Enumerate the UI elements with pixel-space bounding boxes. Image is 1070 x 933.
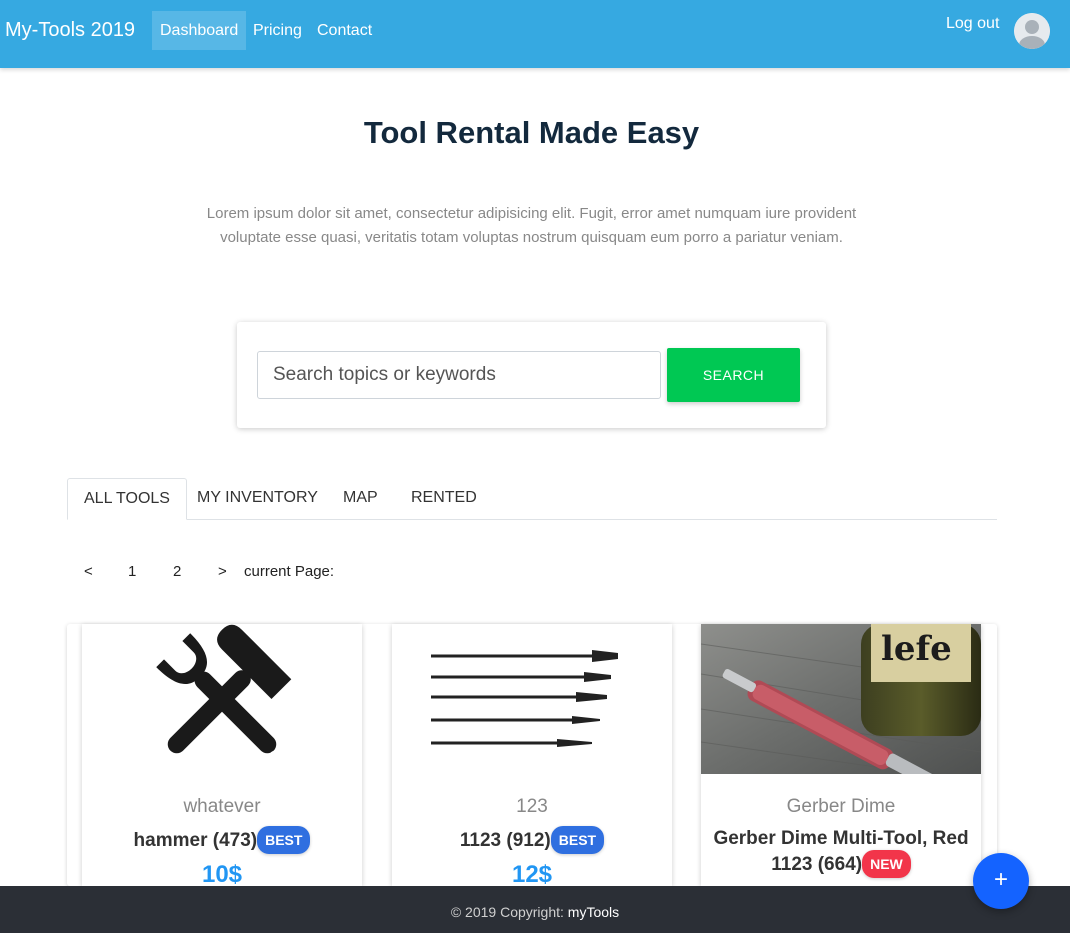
card-image: [82, 624, 362, 774]
current-page-label: current Page:: [244, 563, 335, 580]
tool-card[interactable]: whatever hammer (473) BEST 10$: [82, 624, 362, 888]
tab-rented[interactable]: RENTED: [395, 478, 493, 520]
footer: © 2019 Copyright: myTools: [0, 886, 1070, 933]
search-input[interactable]: [257, 351, 661, 399]
multi-tool-photo: lefe: [701, 624, 981, 774]
tab-map[interactable]: MAP: [327, 478, 394, 520]
card-price: 12$: [511, 861, 553, 888]
prev-page-button[interactable]: <: [84, 563, 93, 580]
new-badge: NEW: [862, 850, 911, 878]
drill-bits-image: [431, 650, 618, 747]
tab-bar: ALL TOOLS MY INVENTORY MAP RENTED: [67, 478, 997, 520]
card-title: Gerber Dime Multi-Tool, Red 1123 (664) NE…: [701, 827, 981, 879]
next-page-button[interactable]: >: [218, 563, 227, 580]
page-1-button[interactable]: 1: [128, 563, 136, 580]
nav-link-dashboard[interactable]: Dashboard: [152, 11, 247, 50]
tab-my-inventory[interactable]: MY INVENTORY: [181, 478, 334, 520]
add-tool-button[interactable]: +: [973, 853, 1029, 909]
nav-link-contact[interactable]: Contact: [309, 11, 380, 50]
hero-description: Lorem ipsum dolor sit amet, consectetur …: [206, 205, 857, 246]
search-button[interactable]: SEARCH: [667, 348, 800, 402]
footer-brand-link[interactable]: myTools: [568, 904, 619, 920]
best-badge: BEST: [257, 826, 311, 854]
hammer-wrench-icon: [156, 624, 292, 759]
card-price: 10$: [201, 861, 243, 888]
card-title: 1123 (912) BEST: [392, 826, 672, 855]
best-badge: BEST: [550, 826, 605, 854]
card-title-text: hammer (473): [133, 830, 258, 852]
svg-text:lefe: lefe: [881, 629, 952, 669]
page-2-button[interactable]: 2: [173, 563, 181, 580]
user-avatar-icon: [1014, 13, 1050, 49]
top-navbar: My-Tools 2019 Dashboard Pricing Contact …: [0, 0, 1070, 68]
card-subtitle: whatever: [183, 796, 261, 817]
search-card: SEARCH: [237, 322, 826, 428]
plus-icon: +: [993, 866, 1008, 893]
card-image: lefe: [701, 624, 981, 774]
tool-card[interactable]: lefe Gerber Dime Gerber Dime Multi-Tool,…: [701, 624, 981, 886]
card-title-text: 1123 (912): [459, 830, 551, 852]
logout-link[interactable]: Log out: [946, 15, 999, 33]
copyright-text: © 2019 Copyright:: [450, 904, 564, 920]
card-subtitle: Gerber Dime: [786, 796, 896, 817]
card-title: hammer (473) BEST: [82, 826, 362, 855]
nav-link-pricing[interactable]: Pricing: [245, 11, 310, 50]
avatar[interactable]: [1014, 13, 1050, 49]
page-title: Tool Rental Made Easy: [363, 115, 700, 150]
brand-logo[interactable]: My-Tools 2019: [5, 19, 135, 42]
card-title-text: Gerber Dime Multi-Tool, Red 1123 (664): [713, 828, 969, 876]
card-image: [392, 624, 672, 774]
tab-all-tools[interactable]: ALL TOOLS: [67, 478, 187, 520]
tool-card[interactable]: 123 1123 (912) BEST 12$: [392, 624, 672, 888]
card-subtitle: 123: [516, 796, 548, 817]
